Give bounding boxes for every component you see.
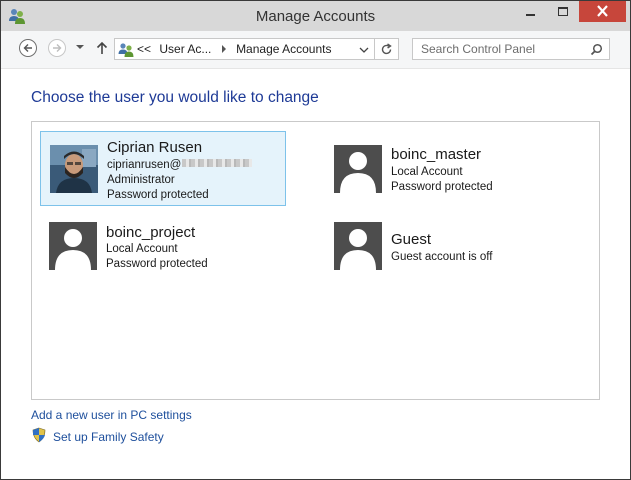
chevron-down-icon[interactable] — [359, 47, 369, 53]
user-photo — [50, 145, 98, 193]
navigation-bar: << User Ac... Manage Accounts — [1, 31, 630, 69]
close-icon — [597, 5, 608, 17]
default-user-icon — [340, 152, 376, 193]
account-type: Local Account — [391, 166, 463, 178]
forward-button[interactable] — [48, 39, 66, 57]
main-content: Choose the user you would like to change — [1, 69, 630, 479]
search-input[interactable] — [413, 39, 591, 59]
default-user-avatar — [334, 222, 382, 270]
address-bar[interactable]: << User Ac... Manage Accounts — [114, 38, 375, 60]
account-tile-ciprian-rusen[interactable]: Ciprian Rusen ciprianrusen@ Administrato… — [40, 131, 286, 206]
refresh-icon — [381, 43, 392, 55]
family-safety-link[interactable]: Set up Family Safety — [53, 430, 164, 444]
up-arrow-icon[interactable] — [95, 40, 109, 56]
account-password-status: Password protected — [391, 181, 493, 193]
account-password-status: Password protected — [107, 189, 209, 201]
email-redaction — [182, 159, 253, 167]
breadcrumb-separator-icon[interactable] — [221, 45, 227, 53]
breadcrumb: << User Ac... Manage Accounts — [137, 42, 331, 56]
back-arrow-icon — [23, 44, 32, 52]
breadcrumb-overflow[interactable]: << — [137, 42, 151, 56]
page-heading: Choose the user you would like to change — [31, 89, 319, 106]
refresh-button[interactable] — [375, 38, 399, 60]
breadcrumb-manage-accounts[interactable]: Manage Accounts — [236, 42, 331, 56]
account-email: ciprianrusen@ — [107, 159, 253, 171]
account-password-status: Password protected — [106, 258, 208, 270]
search-box[interactable] — [412, 38, 610, 60]
default-user-avatar — [334, 145, 382, 193]
user-accounts-icon — [118, 43, 134, 57]
forward-arrow-icon — [53, 44, 62, 52]
minimize-button[interactable] — [517, 1, 545, 22]
account-type: Administrator — [107, 174, 175, 186]
uac-shield-icon — [32, 427, 46, 443]
recent-locations-chevron-icon[interactable] — [74, 41, 86, 53]
default-user-icon — [340, 229, 376, 270]
default-user-avatar — [49, 222, 97, 270]
account-name: boinc_project — [106, 224, 196, 241]
back-button[interactable] — [19, 39, 37, 57]
account-email-text: ciprianrusen@ — [107, 159, 182, 171]
account-name: Ciprian Rusen — [107, 139, 203, 156]
manage-accounts-window: Manage Accounts << User Ac... Manage Acc… — [0, 0, 631, 480]
breadcrumb-user-accounts[interactable]: User Ac... — [159, 42, 211, 56]
account-tile-guest[interactable]: Guest Guest account is off — [325, 216, 565, 276]
account-name: Guest — [391, 231, 432, 248]
account-type: Local Account — [106, 243, 178, 255]
account-tile-boinc-project[interactable]: boinc_project Local Account Password pro… — [40, 216, 280, 276]
account-status: Guest account is off — [391, 251, 493, 263]
default-user-icon — [55, 229, 91, 270]
accounts-panel: Ciprian Rusen ciprianrusen@ Administrato… — [31, 121, 600, 400]
search-icon[interactable] — [590, 43, 603, 56]
user-photo-icon — [50, 145, 98, 193]
title-bar: Manage Accounts — [1, 1, 630, 31]
account-name: boinc_master — [391, 146, 482, 163]
maximize-button[interactable] — [549, 1, 577, 22]
close-button[interactable] — [579, 1, 626, 22]
add-new-user-link[interactable]: Add a new user in PC settings — [31, 408, 192, 422]
account-tile-boinc-master[interactable]: boinc_master Local Account Password prot… — [325, 139, 565, 199]
